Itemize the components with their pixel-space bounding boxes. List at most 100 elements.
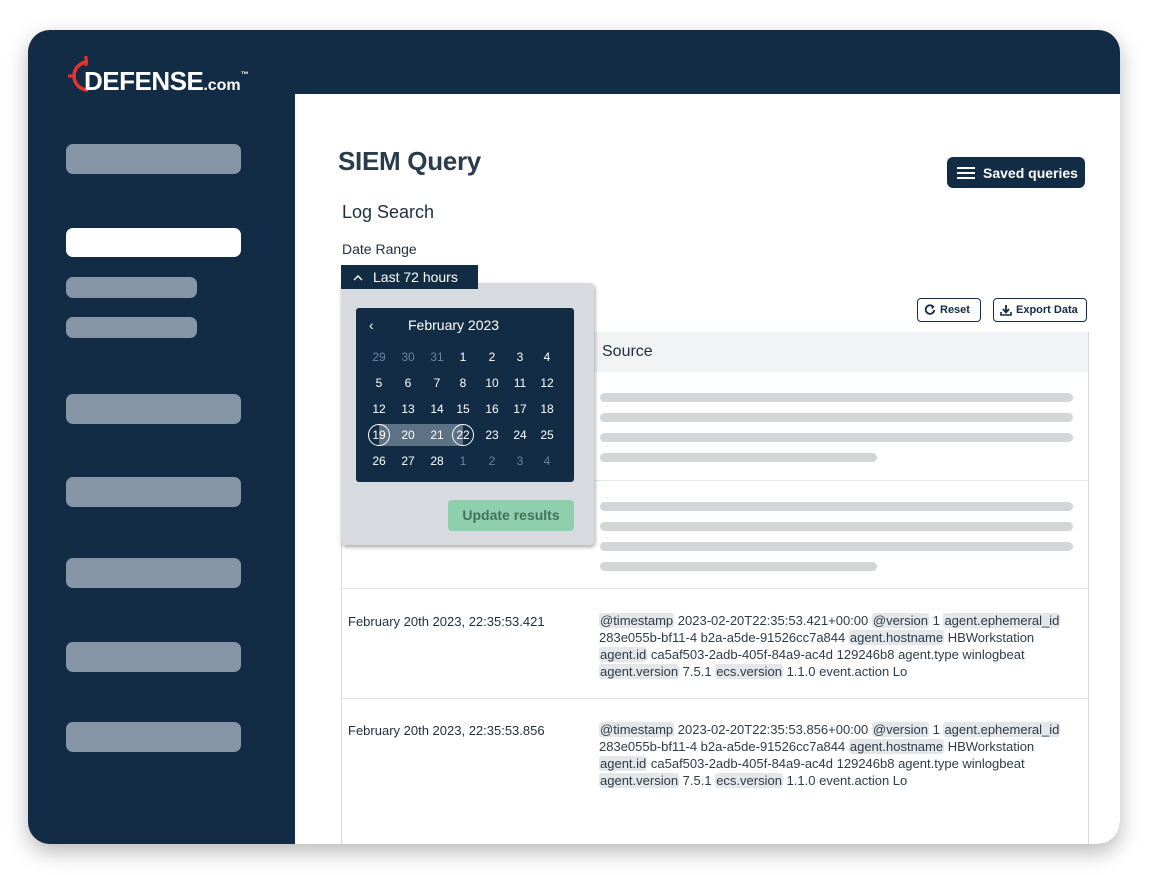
- calendar-day[interactable]: 29: [366, 344, 392, 370]
- saved-queries-button[interactable]: Saved queries: [947, 157, 1085, 188]
- source-line: @timestamp 2023-02-20T22:35:53.421+00:00…: [599, 612, 1079, 629]
- app-window: DEFENSE.com™ SIEM Query Saved queries Lo…: [28, 30, 1120, 844]
- calendar-day-selected[interactable]: 22: [450, 422, 476, 448]
- field-key: @version: [871, 613, 929, 628]
- field-key: @timestamp: [599, 722, 675, 737]
- calendar-day[interactable]: 6: [395, 370, 421, 396]
- field-key: @version: [871, 722, 929, 737]
- date-range-toggle[interactable]: Last 72 hours: [341, 265, 478, 289]
- calendar-day[interactable]: 27: [395, 448, 421, 474]
- refresh-icon: [924, 304, 936, 315]
- calendar-day-selected[interactable]: 19: [366, 422, 392, 448]
- calendar-day[interactable]: 7: [424, 370, 450, 396]
- calendar-day[interactable]: 31: [424, 344, 450, 370]
- calendar-week: 5 6 7 8 10 11 12: [366, 370, 571, 396]
- field-key: agent.id: [599, 756, 648, 771]
- field-key: agent.version: [599, 664, 680, 679]
- calendar-day[interactable]: 8: [450, 370, 476, 396]
- calendar-day[interactable]: 25: [534, 422, 560, 448]
- main-content: SIEM Query Saved queries Log Search Date…: [295, 94, 1120, 844]
- skeleton-line: [600, 393, 1073, 402]
- previous-month-button[interactable]: ‹: [369, 317, 374, 333]
- calendar-day[interactable]: 17: [507, 396, 533, 422]
- trademark-mark: ™: [240, 70, 249, 79]
- calendar-week: 29 30 31 1 2 3 4: [366, 344, 571, 370]
- calendar-day[interactable]: 23: [479, 422, 505, 448]
- sidebar-item-placeholder[interactable]: [66, 558, 241, 588]
- export-data-button[interactable]: Export Data: [993, 298, 1087, 322]
- field-value: 1: [928, 722, 944, 737]
- sidebar-item-placeholder[interactable]: [66, 144, 241, 174]
- calendar-day[interactable]: 10: [479, 370, 505, 396]
- field-value: HBWorkstation: [944, 739, 1035, 754]
- source-line: @timestamp 2023-02-20T22:35:53.856+00:00…: [599, 721, 1079, 738]
- source-line: agent.version 7.5.1 ecs.version 1.1.0 ev…: [599, 772, 1079, 789]
- calendar-day[interactable]: 11: [507, 370, 533, 396]
- field-key: agent.ephemeral_id: [943, 722, 1061, 737]
- sidebar-subitem-placeholder[interactable]: [66, 317, 197, 338]
- calendar-day[interactable]: 4: [534, 344, 560, 370]
- calendar-day[interactable]: 2: [479, 448, 505, 474]
- calendar-day-in-range[interactable]: 20: [395, 422, 421, 448]
- brand-suffix: .com: [203, 77, 241, 94]
- calendar-day[interactable]: 3: [507, 448, 533, 474]
- source-line: agent.id ca5af503-2adb-405f-84a9-ac4d 12…: [599, 646, 1079, 663]
- table-row[interactable]: February 20th 2023, 22:35:53.856 @timest…: [342, 698, 1088, 808]
- calendar-day[interactable]: 1: [450, 344, 476, 370]
- calendar-week: 12 13 14 15 16 17 18: [366, 396, 571, 422]
- sidebar-item-placeholder[interactable]: [66, 477, 241, 507]
- table-row[interactable]: February 20th 2023, 22:35:53.421 @timest…: [342, 588, 1088, 699]
- reset-button[interactable]: Reset: [917, 298, 981, 322]
- calendar-week: 19 20 21 22 23 24 25: [366, 422, 571, 448]
- export-data-label: Export Data: [1016, 304, 1078, 316]
- calendar-day[interactable]: 15: [450, 396, 476, 422]
- calendar-day[interactable]: 14: [424, 396, 450, 422]
- calendar-day[interactable]: 1: [450, 448, 476, 474]
- source-line: 283e055b-bf11-4 b2a-a5de-91526cc7a844 ag…: [599, 738, 1079, 755]
- calendar-day[interactable]: 2: [479, 344, 505, 370]
- field-value: 283e055b-bf11-4 b2a-a5de-91526cc7a844: [599, 630, 849, 645]
- menu-icon: [957, 166, 975, 179]
- source-line: agent.version 7.5.1 ecs.version 1.1.0 ev…: [599, 663, 1079, 680]
- sidebar-subitem-placeholder[interactable]: [66, 277, 197, 298]
- sidebar-item-placeholder[interactable]: [66, 642, 241, 672]
- source-line: 283e055b-bf11-4 b2a-a5de-91526cc7a844 ag…: [599, 629, 1079, 646]
- field-value: 283e055b-bf11-4 b2a-a5de-91526cc7a844: [599, 739, 849, 754]
- calendar-day-in-range[interactable]: 21: [424, 422, 450, 448]
- field-key: agent.hostname: [848, 630, 945, 645]
- skeleton-line: [600, 562, 877, 571]
- sidebar-item-placeholder[interactable]: [66, 722, 241, 752]
- calendar-day[interactable]: 5: [366, 370, 392, 396]
- calendar-day[interactable]: 12: [366, 396, 392, 422]
- skeleton-line: [600, 413, 1073, 422]
- calendar-day[interactable]: 26: [366, 448, 392, 474]
- calendar-day[interactable]: 3: [507, 344, 533, 370]
- row-timestamp: February 20th 2023, 22:35:53.856: [348, 723, 545, 738]
- calendar-day[interactable]: 4: [534, 448, 560, 474]
- calendar-month-label: February 2023: [408, 317, 500, 333]
- date-range-popover: ‹ February 2023 29 30 31 1 2 3 4 5 6 7 8 10 11 12 12 13…: [341, 283, 594, 545]
- calendar-day[interactable]: 18: [534, 396, 560, 422]
- row-source: @timestamp 2023-02-20T22:35:53.856+00:00…: [599, 721, 1079, 789]
- date-range-value: Last 72 hours: [373, 269, 458, 285]
- brand-logo[interactable]: DEFENSE.com™: [68, 54, 288, 100]
- calendar-day[interactable]: 30: [395, 344, 421, 370]
- field-key: agent.hostname: [848, 739, 945, 754]
- row-source: @timestamp 2023-02-20T22:35:53.421+00:00…: [599, 612, 1079, 680]
- field-value: 2023-02-20T22:35:53.856+00:00: [674, 722, 872, 737]
- sidebar-item-placeholder[interactable]: [66, 394, 241, 424]
- field-value: 2023-02-20T22:35:53.421+00:00: [674, 613, 872, 628]
- brand-wordmark: DEFENSE.com™: [84, 66, 249, 97]
- sidebar-item-active[interactable]: [66, 228, 241, 257]
- page-title: SIEM Query: [338, 146, 481, 176]
- skeleton-line: [600, 453, 877, 462]
- update-results-button[interactable]: Update results: [448, 500, 574, 531]
- chevron-up-icon: [353, 274, 363, 280]
- calendar-day[interactable]: 16: [479, 396, 505, 422]
- calendar-day[interactable]: 12: [534, 370, 560, 396]
- saved-queries-label: Saved queries: [983, 164, 1078, 181]
- field-key: agent.id: [599, 647, 648, 662]
- calendar-day[interactable]: 24: [507, 422, 533, 448]
- calendar-day[interactable]: 28: [424, 448, 450, 474]
- calendar-day[interactable]: 13: [395, 396, 421, 422]
